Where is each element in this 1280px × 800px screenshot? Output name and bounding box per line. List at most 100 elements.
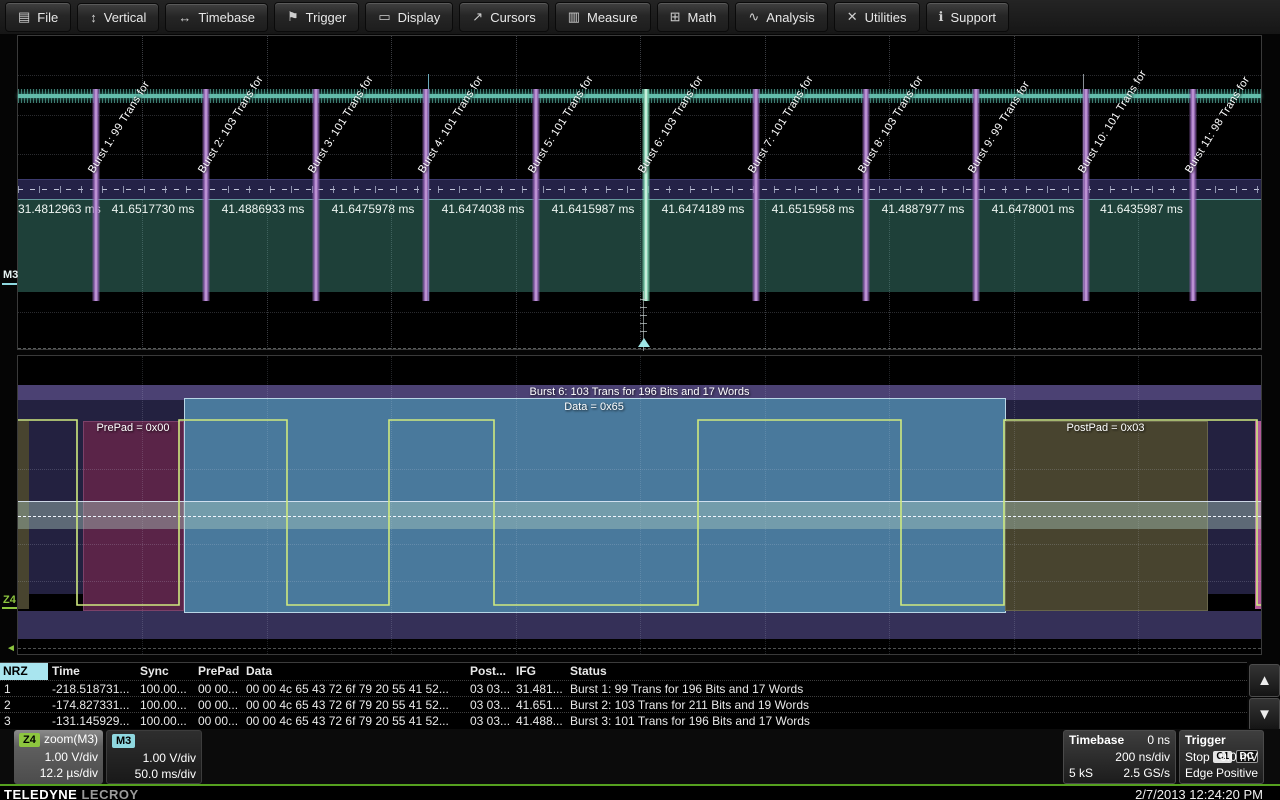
menu-timebase[interactable]: ↔Timebase (165, 3, 268, 32)
z4-vdiv: 1.00 V/div (19, 750, 98, 765)
z4-title: zoom(M3) (44, 732, 98, 747)
menu-cursors[interactable]: ↗ Cursors (459, 2, 548, 32)
clipboard-icon: ▤ (18, 9, 30, 25)
display-icon: ▭ (378, 9, 390, 25)
trigger-descriptor-box[interactable]: Trigger C1 DC Stop 0.0 mV Edge Positive (1179, 730, 1264, 784)
menu-utilities[interactable]: ✕Utilities (834, 2, 920, 32)
burst-marker-1[interactable] (92, 89, 100, 301)
burst-marker-7[interactable] (752, 89, 760, 301)
menu-support[interactable]: ℹSupport (926, 2, 1010, 32)
table-header-time[interactable]: Time (52, 663, 80, 680)
menu-support-label: Support (950, 10, 996, 25)
cell-sync: 100.00... (140, 713, 187, 729)
cell-prepad: 00 00... (198, 681, 238, 697)
prepad-label: PrePad = 0x00 (73, 422, 193, 434)
m3-vdiv: 1.00 V/div (112, 751, 196, 766)
table-header-post[interactable]: Post... (470, 663, 506, 680)
table-header-sync[interactable]: Sync (140, 663, 169, 680)
z4-descriptor-box[interactable]: Z4 zoom(M3) 1.00 V/div 12.2 µs/div (14, 730, 103, 784)
oscilloscope-screen: ▤File ↕Vertical ↔Timebase ⚑Trigger ▭Disp… (0, 0, 1280, 800)
decode-result-table: NRZ Time Sync PrePad Data Post... IFG St… (0, 662, 1247, 729)
table-header-prepad[interactable]: PrePad (198, 663, 239, 680)
up-arrow-icon: ▲ (1257, 672, 1272, 689)
table-row-2[interactable]: 2 -174.827331... 100.00... 00 00... 00 0… (0, 696, 1247, 713)
burst-marker-9[interactable] (972, 89, 980, 301)
overview-waveform-grid[interactable]: 31.4812963 ms 41.6517730 ms 41.4886933 m… (17, 35, 1262, 350)
datetime-display: 2/7/2013 12:24:20 PM (1023, 787, 1263, 800)
menu-vertical[interactable]: ↕Vertical (77, 3, 159, 32)
cell-status: Burst 2: 103 Trans for 211 Bits and 19 W… (570, 697, 809, 713)
cursor-arrow-icon: ↗ (472, 9, 483, 25)
trigger-position-marker[interactable] (638, 338, 650, 347)
m3-descriptor-box[interactable]: M3 1.00 V/div 50.0 ms/div (106, 730, 202, 784)
status-bar: Z4 zoom(M3) 1.00 V/div 12.2 µs/div M3 1.… (0, 729, 1280, 784)
menu-trigger[interactable]: ⚑Trigger (274, 2, 359, 32)
interval-time: 41.6415987 ms (540, 202, 646, 216)
cell-sync: 100.00... (140, 681, 187, 697)
burst-marker-5[interactable] (532, 89, 540, 301)
z4-lane-indicator (2, 607, 17, 609)
cell-time: -174.827331... (52, 697, 129, 713)
table-header-nrz[interactable]: NRZ (0, 663, 48, 680)
table-header-status[interactable]: Status (570, 663, 607, 680)
gridline (18, 312, 1261, 313)
z4-lane-label[interactable]: Z4 (3, 594, 16, 606)
cell-ifg: 41.488... (516, 713, 563, 729)
menu-math[interactable]: ⊞Math (657, 2, 730, 32)
table-header-data[interactable]: Data (246, 663, 272, 680)
zoom-waveform-grid[interactable]: Burst 6: 103 Trans for 196 Bits and 17 W… (17, 355, 1262, 655)
trigger-slope: Positive (1216, 766, 1258, 781)
brand-teledyne: TELEDYNE (4, 787, 77, 800)
cell-data: 00 00 4c 65 43 72 6f 79 20 55 41 52... (246, 697, 449, 713)
cell-time: -131.145929... (52, 713, 129, 729)
m3-lane-label[interactable]: M3 (3, 269, 18, 281)
cell-sync: 100.00... (140, 697, 187, 713)
cell-ifg: 31.481... (516, 681, 563, 697)
cell-post: 03 03... (470, 697, 510, 713)
menu-analysis[interactable]: ∿ Analysis (735, 2, 827, 32)
table-scroll-down-button[interactable]: ▼ (1249, 698, 1280, 731)
menu-utilities-label: Utilities (865, 10, 907, 25)
trigger-type: Edge (1185, 766, 1213, 780)
interval-time: 41.4886933 ms (210, 202, 316, 216)
timebase-descriptor-box[interactable]: Timebase 0 ns 200 ns/div 5 kS 2.5 GS/s (1063, 730, 1176, 784)
interval-time: 31.4812963 ms (18, 202, 100, 216)
timebase-scale: 200 ns/div (1069, 750, 1170, 765)
burst-marker-3[interactable] (312, 89, 320, 301)
down-arrow-icon: ▼ (1257, 706, 1272, 723)
table-row-1[interactable]: 1 -218.518731... 100.00... 00 00... 00 0… (0, 680, 1247, 697)
interval-time: 41.6474038 ms (430, 202, 536, 216)
table-header-ifg[interactable]: IFG (516, 663, 536, 680)
cell-post: 03 03... (470, 681, 510, 697)
interval-time: 41.6478001 ms (980, 202, 1086, 216)
calculator-icon: ⊞ (670, 9, 681, 25)
menu-file[interactable]: ▤ File (5, 2, 71, 32)
interval-time: 41.6517730 ms (100, 202, 206, 216)
cell-index: 2 (4, 697, 11, 713)
burst-marker-8[interactable] (862, 89, 870, 301)
interval-time: 41.6474189 ms (650, 202, 756, 216)
vertical-arrows-icon: ↕ (90, 10, 97, 25)
menu-measure[interactable]: ▥Measure (555, 2, 651, 32)
interval-time: 41.6435987 ms (1090, 202, 1193, 216)
analysis-wave-icon: ∿ (748, 9, 759, 25)
cell-prepad: 00 00... (198, 713, 238, 729)
burst-marker-4[interactable] (422, 89, 430, 301)
menu-analysis-label: Analysis (766, 10, 814, 25)
menu-cursors-label: Cursors (490, 10, 536, 25)
burst-marker-10[interactable] (1082, 89, 1090, 301)
cell-prepad: 00 00... (198, 697, 238, 713)
horizontal-arrows-icon: ↔ (178, 10, 191, 25)
table-row-3[interactable]: 3 -131.145929... 100.00... 00 00... 00 0… (0, 712, 1247, 729)
timebase-offset: 0 ns (1147, 733, 1170, 748)
burst-marker-6-selected[interactable] (642, 89, 650, 301)
burst-marker-2[interactable] (202, 89, 210, 301)
burst-marker-11[interactable] (1189, 89, 1197, 301)
timebase-rate: 2.5 GS/s (1123, 766, 1170, 781)
timebase-title: Timebase (1069, 733, 1124, 747)
cell-post: 03 03... (470, 713, 510, 729)
menu-display[interactable]: ▭Display (365, 2, 453, 32)
grid-bottom-dashed-line (18, 648, 1261, 649)
table-scroll-up-button[interactable]: ▲ (1249, 664, 1280, 697)
menu-file-label: File (37, 10, 58, 25)
